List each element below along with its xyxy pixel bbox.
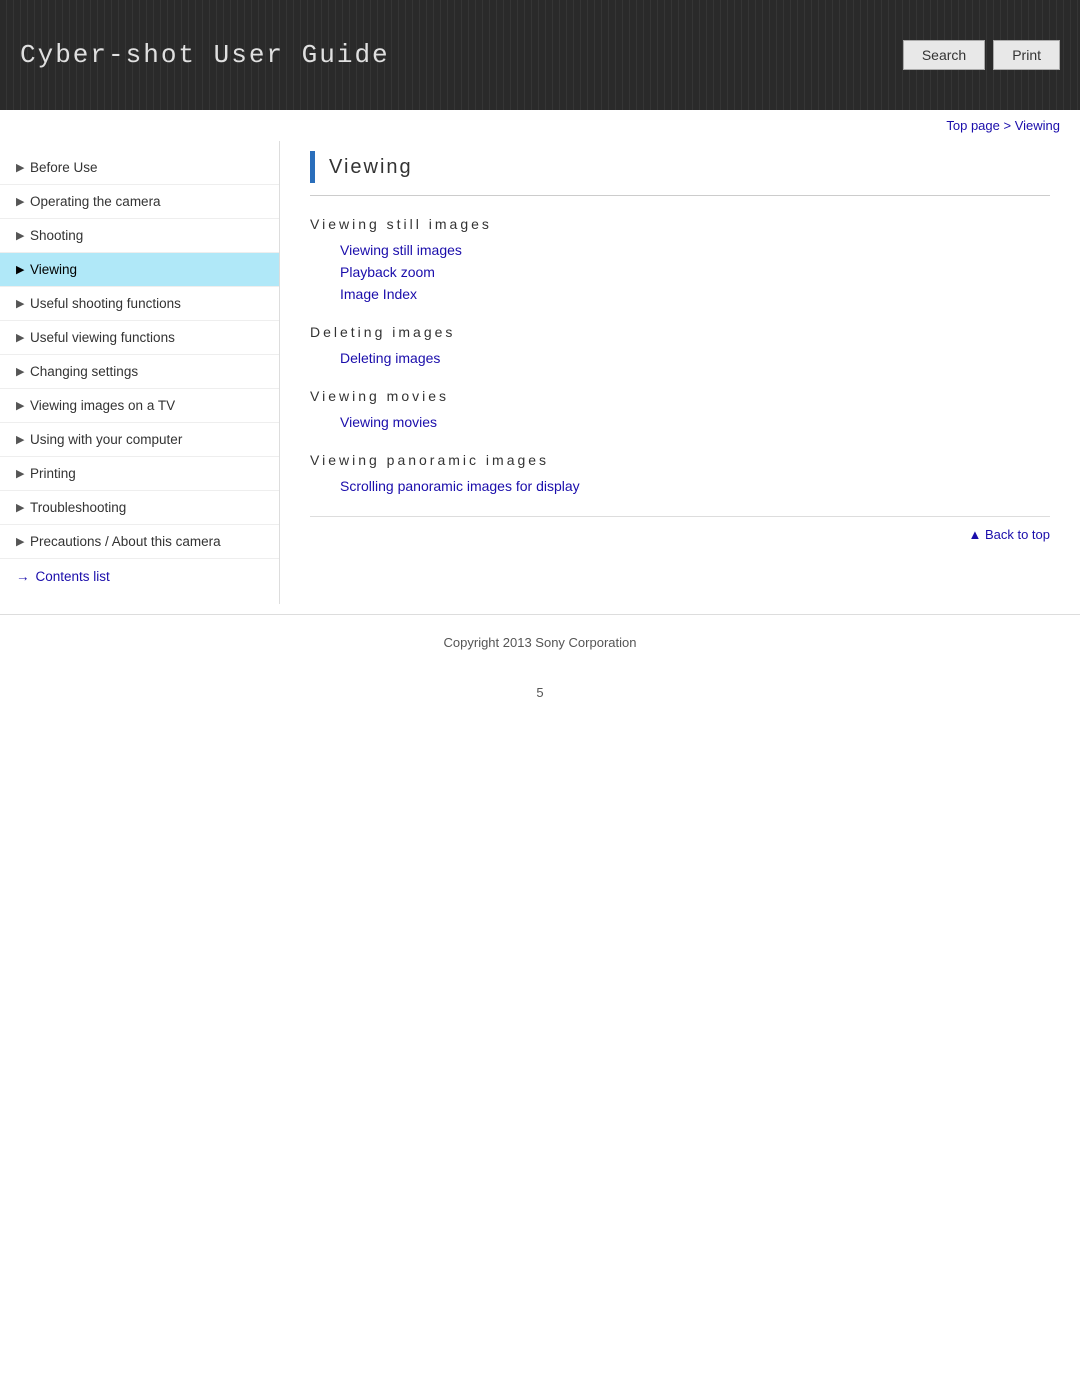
sidebar-item-shooting[interactable]: ▶ Shooting: [0, 219, 279, 253]
app-title: Cyber-shot User Guide: [20, 40, 390, 70]
chevron-right-icon: ▶: [16, 467, 30, 480]
link-viewing-still-images[interactable]: Viewing still images: [340, 240, 1050, 260]
sidebar-item-viewing-tv[interactable]: ▶ Viewing images on a TV: [0, 389, 279, 423]
sidebar-item-label: Viewing images on a TV: [30, 398, 267, 413]
sidebar-item-using-computer[interactable]: ▶ Using with your computer: [0, 423, 279, 457]
chevron-right-icon: ▶: [16, 297, 30, 310]
section-heading-viewing-movies: Viewing movies: [310, 388, 1050, 404]
sidebar-item-label: Before Use: [30, 160, 267, 175]
section-links-viewing-movies: Viewing movies: [310, 412, 1050, 432]
sidebar-item-label: Changing settings: [30, 364, 267, 379]
section-deleting-images: Deleting images Deleting images: [310, 324, 1050, 368]
section-heading-deleting-images: Deleting images: [310, 324, 1050, 340]
section-heading-viewing-still: Viewing still images: [310, 216, 1050, 232]
page-title-section: Viewing: [310, 151, 1050, 196]
sidebar-item-label: Using with your computer: [30, 432, 267, 447]
sidebar-item-label: Troubleshooting: [30, 500, 267, 515]
header-actions: Search Print: [903, 40, 1060, 70]
chevron-right-icon: ▶: [16, 229, 30, 242]
search-button[interactable]: Search: [903, 40, 985, 70]
sidebar-item-precautions[interactable]: ▶ Precautions / About this camera: [0, 525, 279, 559]
link-viewing-movies[interactable]: Viewing movies: [340, 412, 1050, 432]
sidebar-item-useful-shooting[interactable]: ▶ Useful shooting functions: [0, 287, 279, 321]
contents-list-link[interactable]: → Contents list: [0, 559, 279, 594]
page-number: 5: [0, 670, 1080, 715]
breadcrumb-separator: >: [1000, 118, 1015, 133]
chevron-right-icon: ▶: [16, 399, 30, 412]
link-scrolling-panoramic[interactable]: Scrolling panoramic images for display: [340, 476, 1050, 496]
chevron-right-icon: ▶: [16, 501, 30, 514]
chevron-right-icon: ▶: [16, 365, 30, 378]
link-deleting-images[interactable]: Deleting images: [340, 348, 1050, 368]
sidebar-item-label: Precautions / About this camera: [30, 534, 267, 549]
chevron-right-icon: ▶: [16, 535, 30, 548]
chevron-right-icon: ▶: [16, 433, 30, 446]
breadcrumb-current: Viewing: [1015, 118, 1060, 133]
section-viewing-still: Viewing still images Viewing still image…: [310, 216, 1050, 304]
sidebar-item-useful-viewing[interactable]: ▶ Useful viewing functions: [0, 321, 279, 355]
chevron-right-icon: ▶: [16, 195, 30, 208]
sidebar-item-label: Viewing: [30, 262, 267, 277]
print-button[interactable]: Print: [993, 40, 1060, 70]
sidebar-item-label: Useful viewing functions: [30, 330, 267, 345]
sidebar-item-troubleshooting[interactable]: ▶ Troubleshooting: [0, 491, 279, 525]
section-viewing-panoramic: Viewing panoramic images Scrolling panor…: [310, 452, 1050, 496]
section-heading-viewing-panoramic: Viewing panoramic images: [310, 452, 1050, 468]
section-viewing-movies: Viewing movies Viewing movies: [310, 388, 1050, 432]
sidebar-item-changing-settings[interactable]: ▶ Changing settings: [0, 355, 279, 389]
sidebar-item-before-use[interactable]: ▶ Before Use: [0, 151, 279, 185]
link-image-index[interactable]: Image Index: [340, 284, 1050, 304]
chevron-right-icon: ▶: [16, 263, 30, 276]
sidebar-item-label: Printing: [30, 466, 267, 481]
contents-list-label: Contents list: [36, 569, 110, 584]
sidebar-item-label: Operating the camera: [30, 194, 267, 209]
footer: Copyright 2013 Sony Corporation: [0, 614, 1080, 670]
link-playback-zoom[interactable]: Playback zoom: [340, 262, 1050, 282]
chevron-right-icon: ▶: [16, 331, 30, 344]
section-links-viewing-panoramic: Scrolling panoramic images for display: [310, 476, 1050, 496]
sidebar-item-viewing[interactable]: ▶ Viewing: [0, 253, 279, 287]
back-to-top-link[interactable]: ▲ Back to top: [968, 527, 1050, 542]
section-links-viewing-still: Viewing still images Playback zoom Image…: [310, 240, 1050, 304]
main-layout: ▶ Before Use ▶ Operating the camera ▶ Sh…: [0, 141, 1080, 604]
sidebar-item-label: Shooting: [30, 228, 267, 243]
header: Cyber-shot User Guide Search Print: [0, 0, 1080, 110]
main-content: Viewing Viewing still images Viewing sti…: [280, 141, 1080, 604]
sidebar-item-label: Useful shooting functions: [30, 296, 267, 311]
arrow-right-icon: →: [16, 569, 30, 584]
breadcrumb: Top page > Viewing: [0, 110, 1080, 141]
back-to-top[interactable]: ▲ Back to top: [310, 516, 1050, 552]
page-title: Viewing: [329, 156, 413, 179]
breadcrumb-top-link[interactable]: Top page: [946, 118, 1000, 133]
sidebar: ▶ Before Use ▶ Operating the camera ▶ Sh…: [0, 141, 280, 604]
sidebar-item-printing[interactable]: ▶ Printing: [0, 457, 279, 491]
copyright-text: Copyright 2013 Sony Corporation: [444, 635, 637, 650]
title-accent-bar: [310, 151, 315, 183]
chevron-right-icon: ▶: [16, 161, 30, 174]
sidebar-item-operating-camera[interactable]: ▶ Operating the camera: [0, 185, 279, 219]
section-links-deleting-images: Deleting images: [310, 348, 1050, 368]
